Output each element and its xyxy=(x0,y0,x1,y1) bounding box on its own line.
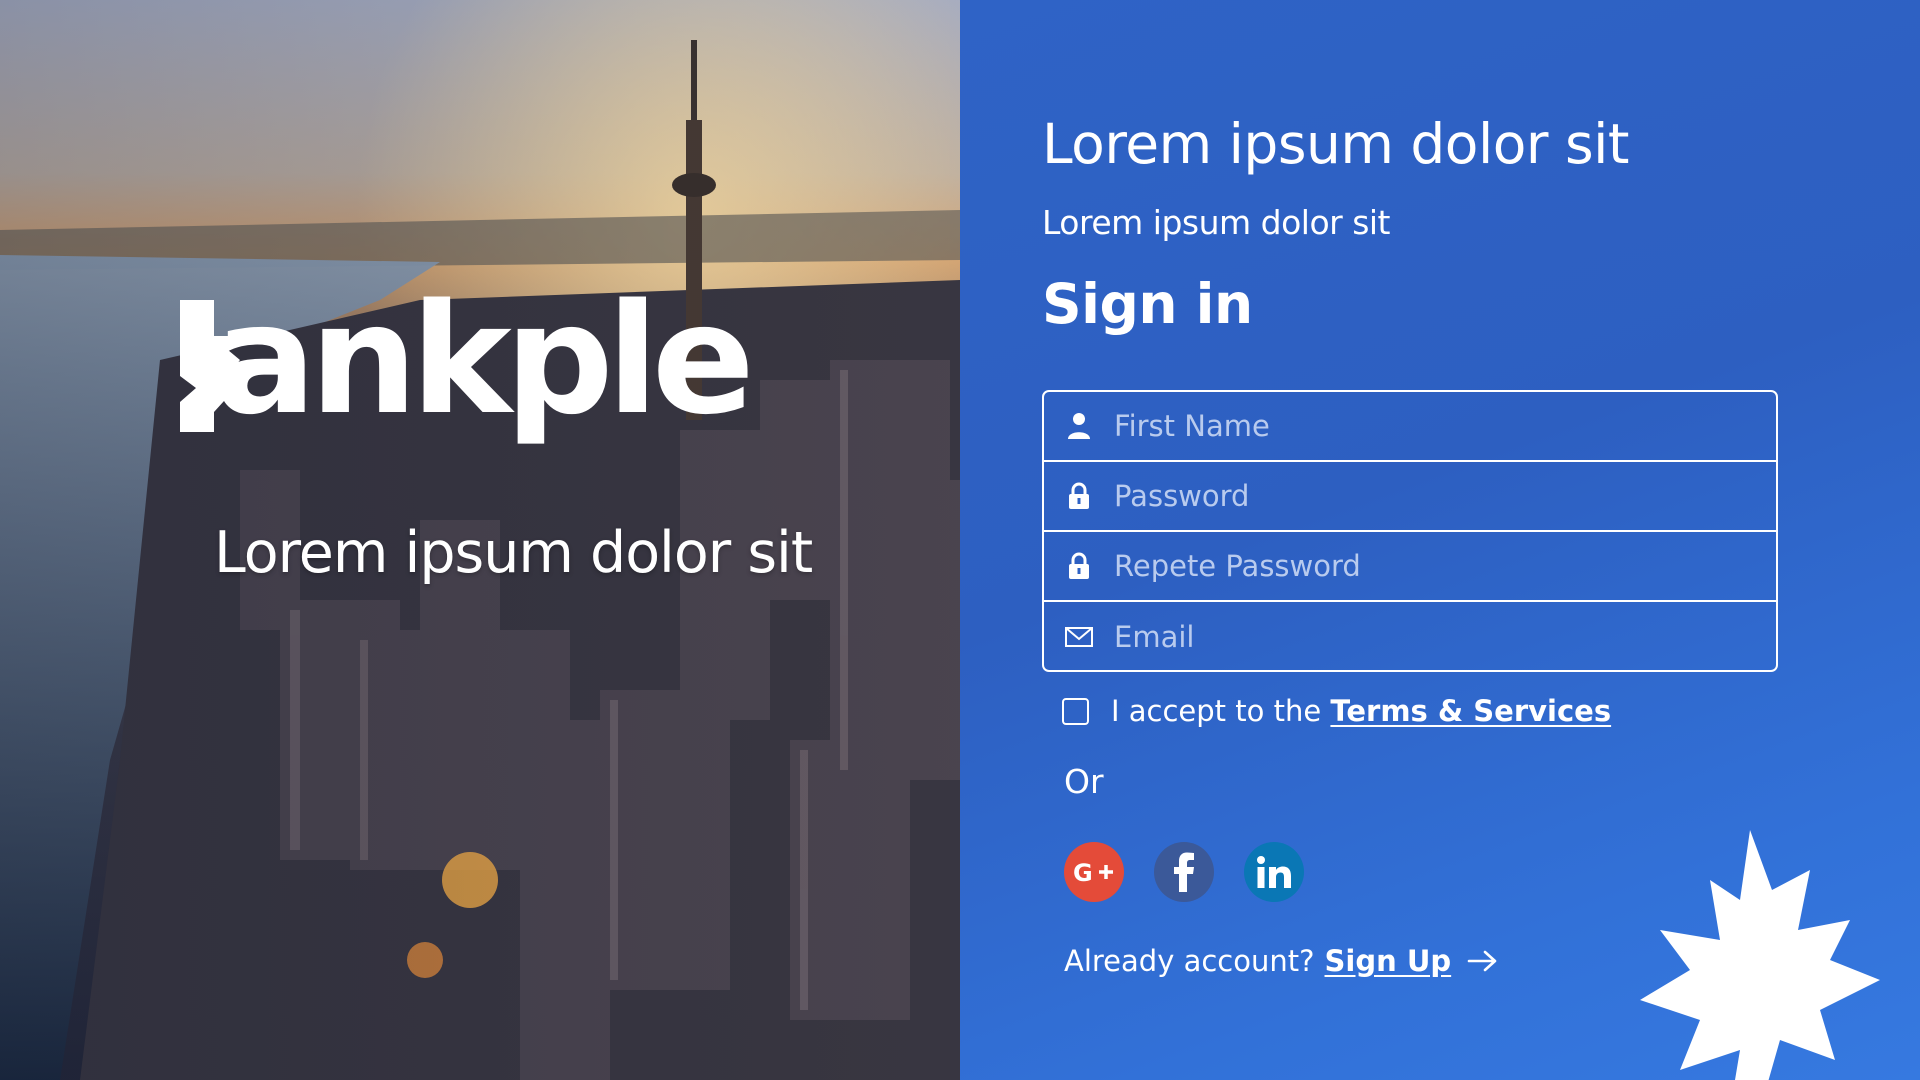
signin-form xyxy=(1042,390,1778,672)
terms-checkbox[interactable] xyxy=(1062,697,1089,725)
repeat-password-input[interactable] xyxy=(1114,532,1776,600)
account-prompt: Already account? xyxy=(1064,944,1315,978)
linkedin-button[interactable] xyxy=(1244,842,1304,902)
social-login-row: G xyxy=(1064,842,1304,902)
password-field xyxy=(1044,462,1776,532)
lock-icon xyxy=(1044,461,1114,531)
google-plus-icon: G xyxy=(1073,859,1113,885)
lock-icon xyxy=(1044,531,1114,601)
facebook-icon xyxy=(1174,852,1194,892)
first-name-input[interactable] xyxy=(1114,392,1776,460)
google-plus-button[interactable]: G xyxy=(1064,842,1124,902)
hero-image: ankple Lorem ipsum dolor sit xyxy=(0,0,960,1080)
user-icon xyxy=(1044,392,1114,461)
envelope-icon xyxy=(1044,602,1114,670)
signin-heading: Sign in xyxy=(1042,272,1253,336)
first-name-field xyxy=(1044,392,1776,462)
password-input[interactable] xyxy=(1114,462,1776,530)
svg-text:G: G xyxy=(1073,859,1093,885)
brand-name: ankple xyxy=(214,271,755,448)
signup-link[interactable]: Sign Up xyxy=(1325,944,1452,978)
email-input[interactable] xyxy=(1114,602,1776,670)
terms-label: I accept to the xyxy=(1111,694,1331,728)
terms-link[interactable]: Terms & Services xyxy=(1330,694,1611,728)
brand-logo: ankple xyxy=(170,270,810,450)
arrow-right-icon[interactable] xyxy=(1467,949,1499,973)
maple-leaf-icon xyxy=(1640,830,1880,1080)
terms-row: I accept to the Terms & Services xyxy=(1062,694,1611,728)
repeat-password-field xyxy=(1044,532,1776,602)
panel-subtitle: Lorem ipsum dolor sit xyxy=(1042,203,1391,242)
facebook-button[interactable] xyxy=(1154,842,1214,902)
linkedin-icon xyxy=(1257,856,1291,888)
hero-tagline: Lorem ipsum dolor sit xyxy=(214,520,813,586)
panel-title: Lorem ipsum dolor sit xyxy=(1042,112,1629,176)
account-row: Already account? Sign Up xyxy=(1064,944,1499,978)
email-field xyxy=(1044,602,1776,670)
or-divider-label: Or xyxy=(1064,762,1104,801)
signin-panel: Lorem ipsum dolor sit Lorem ipsum dolor … xyxy=(960,0,1920,1080)
